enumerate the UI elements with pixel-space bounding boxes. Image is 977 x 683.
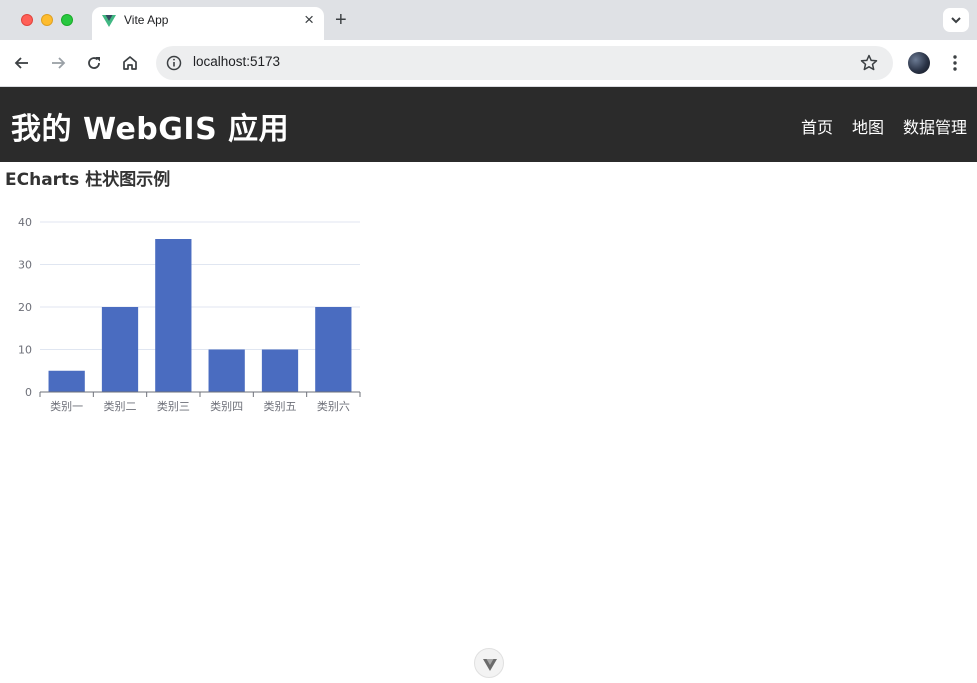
bar bbox=[101, 307, 139, 392]
home-icon[interactable] bbox=[121, 54, 139, 72]
bar bbox=[261, 349, 299, 392]
browser-tab[interactable]: Vite App × bbox=[92, 7, 324, 40]
address-bar[interactable]: localhost:5173 bbox=[156, 46, 893, 80]
reload-icon[interactable] bbox=[85, 54, 103, 72]
browser-tab-strip: Vite App × + bbox=[0, 0, 977, 40]
page-title: 我的 WebGIS 应用 bbox=[11, 112, 290, 147]
tab-search-button[interactable] bbox=[943, 8, 969, 32]
x-tick-label: 类别二 bbox=[104, 399, 137, 413]
bar bbox=[48, 370, 85, 392]
browser-toolbar: localhost:5173 bbox=[0, 40, 977, 87]
x-tick-label: 类别四 bbox=[210, 399, 243, 413]
forward-arrow-icon[interactable] bbox=[49, 54, 67, 72]
url-text[interactable]: localhost:5173 bbox=[193, 54, 280, 69]
site-header: 我的 WebGIS 应用 首页 地图 数据管理 bbox=[0, 87, 977, 162]
info-icon[interactable] bbox=[165, 54, 183, 72]
close-window-button[interactable] bbox=[21, 14, 33, 26]
bar bbox=[208, 349, 245, 392]
x-tick-label: 类别三 bbox=[157, 399, 190, 413]
more-options-icon[interactable] bbox=[947, 53, 963, 73]
minimize-window-button[interactable] bbox=[41, 14, 53, 26]
bar-chart: 0 10 20 30 40 类别一 类别二 类别三 类别四 类别五 类别六 bbox=[18, 216, 361, 413]
chevron-down-icon bbox=[951, 17, 961, 24]
bookmark-star-icon[interactable] bbox=[859, 53, 879, 73]
y-tick-label: 20 bbox=[18, 301, 32, 314]
chart-heading: ECharts 柱状图示例 bbox=[5, 170, 171, 190]
y-tick-label: 30 bbox=[18, 259, 32, 272]
bar bbox=[315, 307, 352, 392]
y-tick-label: 0 bbox=[25, 386, 32, 399]
profile-avatar[interactable] bbox=[908, 52, 930, 74]
maximize-window-button[interactable] bbox=[61, 14, 73, 26]
y-tick-label: 40 bbox=[18, 216, 32, 229]
bar bbox=[155, 239, 192, 392]
x-tick-label: 类别五 bbox=[264, 399, 297, 413]
tab-close-icon[interactable]: × bbox=[304, 10, 314, 30]
tab-title: Vite App bbox=[124, 13, 169, 27]
new-tab-button[interactable]: + bbox=[335, 9, 347, 31]
vue-devtools-icon bbox=[483, 659, 497, 671]
vue-devtools-button[interactable] bbox=[474, 648, 504, 678]
nav-link-data-management[interactable]: 数据管理 bbox=[903, 114, 967, 138]
back-arrow-icon[interactable] bbox=[13, 54, 31, 72]
y-tick-label: 10 bbox=[18, 344, 32, 357]
main-nav: 首页 地图 数据管理 bbox=[801, 114, 967, 138]
nav-link-home[interactable]: 首页 bbox=[801, 114, 833, 138]
nav-link-map[interactable]: 地图 bbox=[852, 114, 884, 138]
x-tick-label: 类别六 bbox=[317, 399, 350, 413]
x-tick-label: 类别一 bbox=[50, 399, 83, 413]
vue-logo-icon bbox=[102, 15, 116, 27]
